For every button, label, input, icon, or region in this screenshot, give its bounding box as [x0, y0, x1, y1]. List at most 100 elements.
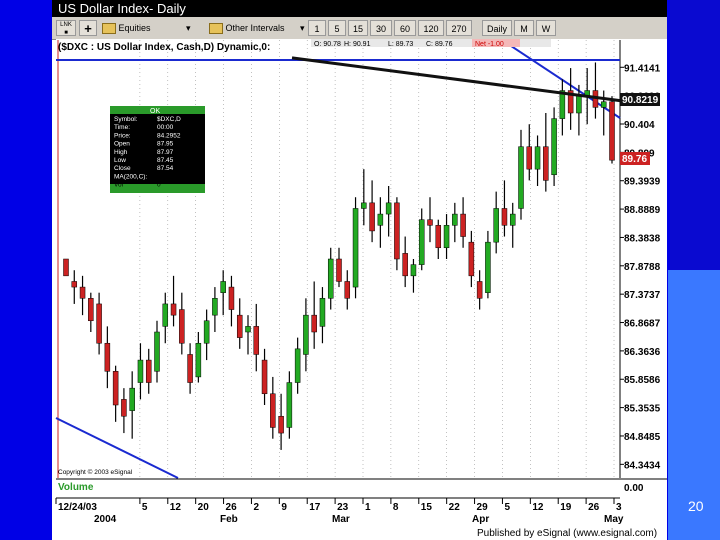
candle-body: [294, 348, 301, 383]
candle-body: [270, 393, 276, 428]
date-tick-label: 12/24/03: [58, 502, 97, 513]
candle-body: [195, 342, 202, 378]
date-tick-label: 5: [504, 502, 510, 513]
candle-body: [212, 298, 218, 316]
candle-body: [88, 298, 94, 322]
candle-body: [418, 219, 425, 265]
price-tick-label: 91.4141: [624, 63, 661, 74]
time-axis-labels: 12/24/03 5 12 20 26 2 9 17 23 1 8 15 22 29 5 12 19 26 3200…: [55, 498, 624, 525]
candle-body: [609, 101, 615, 161]
info-label: High: [114, 149, 128, 156]
candle-body: [187, 354, 193, 383]
candle-body: [104, 342, 111, 372]
price-tick-label: 90.404: [624, 120, 655, 131]
volume-value: 0.00: [624, 483, 644, 494]
volume-label: Volume: [58, 482, 94, 493]
candle-body: [220, 281, 226, 293]
candle-body: [526, 146, 533, 170]
candle-body: [576, 95, 582, 114]
month-label: Mar: [332, 514, 350, 525]
candle-body: [154, 331, 160, 372]
ma-tag: 90.8219: [622, 95, 659, 106]
date-tick-label: 9: [281, 502, 287, 513]
candle-body: [327, 258, 334, 299]
month-label: Feb: [220, 514, 238, 525]
open-value: O: 90.78: [314, 41, 341, 48]
plot-area: [56, 39, 667, 479]
candle-body: [352, 208, 359, 288]
candle-body: [443, 225, 450, 249]
date-tick-label: 17: [309, 502, 321, 513]
candle-body: [485, 241, 491, 293]
candle-body: [493, 208, 499, 243]
candle-body: [96, 303, 102, 344]
candle-body: [476, 281, 483, 299]
price-tick-label: 86.8687: [624, 319, 661, 330]
info-value: 87.45: [157, 157, 174, 164]
price-tick-label: 84.3434: [624, 460, 661, 471]
info-value: 00:00: [157, 124, 174, 131]
candle-body: [468, 241, 475, 277]
date-tick-label: 20: [198, 502, 210, 513]
candle-body: [253, 326, 260, 355]
candle-body: [121, 399, 127, 417]
price-tick-label: 86.3636: [624, 347, 661, 358]
candle-body: [261, 359, 268, 395]
candle-body: [145, 359, 152, 383]
candle-body: [509, 213, 516, 226]
price-tag: 89.76: [622, 154, 647, 165]
price-tick-label: 88.3838: [624, 233, 661, 244]
candle-body: [361, 202, 367, 209]
high-value: H: 90.91: [344, 41, 371, 48]
price-tick-label: 87.8788: [624, 262, 661, 273]
candle-body: [311, 314, 317, 333]
date-tick-label: 2: [253, 502, 259, 513]
candle-body: [543, 146, 549, 181]
slide-number: 20: [688, 498, 704, 514]
info-value: 87.95: [157, 141, 174, 148]
candle-body: [303, 314, 309, 355]
date-tick-label: 23: [337, 502, 349, 513]
candle-body: [170, 303, 177, 316]
price-tick-label: 88.8889: [624, 205, 661, 216]
date-tick-label: 26: [226, 502, 238, 513]
info-label: Low: [114, 157, 126, 164]
candle-body: [427, 219, 433, 226]
date-tick-label: 12: [170, 502, 182, 513]
info-label: Price:: [114, 132, 131, 139]
candle-body: [410, 264, 417, 277]
candle-body: [203, 320, 210, 344]
price-axis-labels: 91.414190.909090.40489.89989.393988.8889…: [620, 63, 661, 471]
candle-body: [79, 286, 86, 299]
candle-body: [278, 415, 284, 434]
candle-body: [402, 253, 408, 277]
date-tick-label: 19: [560, 502, 572, 513]
month-label: 2004: [94, 514, 117, 525]
candle-body: [460, 213, 466, 237]
candle-body: [179, 309, 185, 344]
info-label: Symbol:: [114, 116, 138, 123]
price-tick-label: 84.8485: [624, 432, 661, 443]
candle-body: [534, 146, 541, 170]
candle-body: [369, 202, 375, 232]
price-tick-label: 85.3535: [624, 404, 661, 415]
date-tick-label: 1: [365, 502, 371, 513]
candle-body: [385, 202, 392, 215]
info-value: 84.2952: [157, 132, 181, 139]
candle-body: [71, 281, 78, 288]
date-tick-label: 5: [142, 502, 148, 513]
candle-body: [129, 387, 135, 411]
low-value: L: 89.73: [388, 41, 413, 48]
candle-body: [319, 298, 326, 327]
candle-body: [377, 213, 384, 226]
candle-body: [435, 225, 442, 249]
candle-body: [452, 213, 458, 226]
date-tick-label: 26: [588, 502, 600, 513]
price-chart: 91.414190.909090.40489.89989.393988.8889…: [55, 39, 667, 540]
date-tick-label: 3: [616, 502, 622, 513]
copyright-text: Copyright © 2003 eSignal: [58, 468, 133, 476]
candle-body: [600, 101, 607, 108]
slide-decoration-top: [670, 0, 720, 270]
esignal-window: US Dollar Index- Daily LNK ■ + Equities ▾…: [52, 0, 667, 540]
date-tick-label: 15: [421, 502, 433, 513]
